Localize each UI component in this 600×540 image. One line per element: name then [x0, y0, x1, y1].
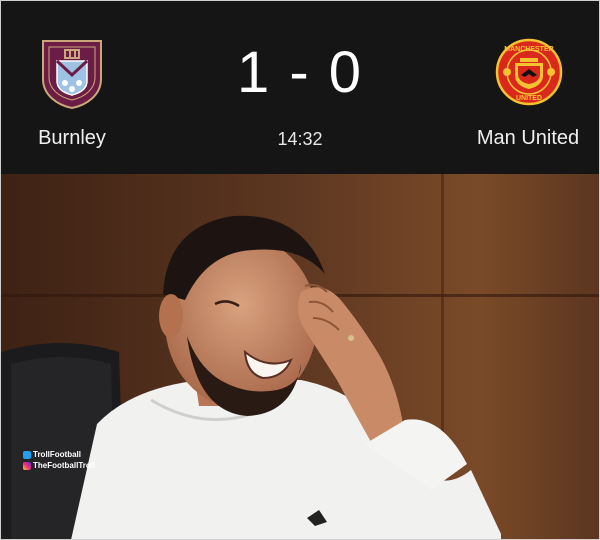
twitter-handle: TrollFootball: [33, 450, 81, 459]
twitter-icon: [23, 450, 31, 459]
scoreboard: Burnley 1 - 0 14:32 MANCHESTER UNITED Ma…: [1, 1, 599, 174]
manchester-united-crest-icon: MANCHESTER UNITED: [495, 37, 563, 107]
burnley-crest-icon: [41, 39, 103, 110]
home-team-name: Burnley: [38, 127, 106, 149]
meme-frame: Burnley 1 - 0 14:32 MANCHESTER UNITED Ma…: [0, 0, 600, 540]
social-watermark: TrollFootball TheFootballTroll: [23, 449, 95, 471]
instagram-handle: TheFootballTroll: [33, 461, 96, 470]
twitter-handle-row: TrollFootball: [23, 449, 95, 460]
reaction-photo: TrollFootball TheFootballTroll: [1, 174, 599, 539]
match-clock: 14:32: [277, 129, 323, 149]
match-score: 1 - 0: [236, 40, 364, 105]
away-team-name: Man United: [476, 127, 580, 149]
crest-text-top: MANCHESTER: [504, 46, 553, 53]
instagram-icon: [23, 461, 31, 470]
instagram-handle-row: TheFootballTroll: [23, 460, 95, 471]
crest-text-bottom: UNITED: [516, 95, 542, 102]
